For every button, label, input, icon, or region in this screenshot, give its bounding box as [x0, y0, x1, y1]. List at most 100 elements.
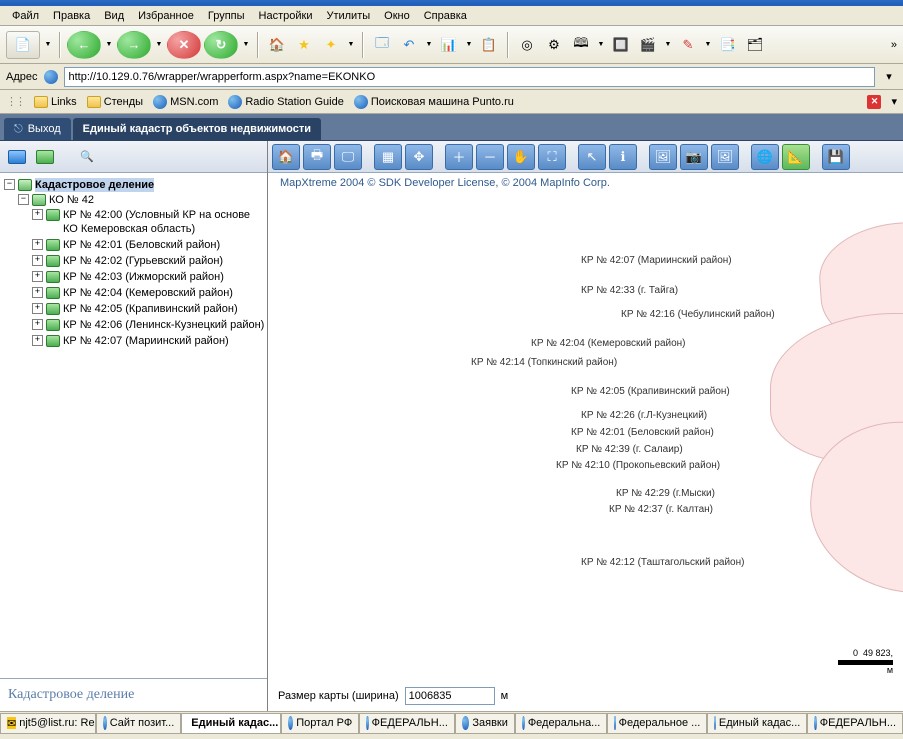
dropdown-icon[interactable]: ▼: [464, 41, 474, 48]
more-icon[interactable]: »: [891, 39, 897, 51]
map-camera-button[interactable]: 📷: [680, 144, 708, 170]
forward-button[interactable]: →: [117, 31, 151, 59]
dropdown-icon[interactable]: ▼: [703, 41, 713, 48]
bottom-tab[interactable]: Единый кадас...: [181, 713, 281, 733]
groups-button[interactable]: ✦: [319, 33, 343, 57]
bottom-tab[interactable]: ФЕДЕРАЛЬН...: [807, 713, 903, 733]
new-tab-button[interactable]: 📄: [6, 31, 40, 59]
menu-file[interactable]: Файл: [6, 8, 45, 24]
home-button[interactable]: 🏠: [265, 33, 289, 57]
bottom-tab[interactable]: Единый кадас...: [707, 713, 807, 733]
map-print-button[interactable]: 🖶: [303, 144, 331, 170]
expand-icon[interactable]: +: [32, 287, 43, 298]
menu-window[interactable]: Окно: [378, 8, 416, 24]
map-canvas[interactable]: MapXtreme 2004 © SDK Developer License, …: [268, 173, 903, 711]
links-dropdown-icon[interactable]: ▾: [891, 95, 897, 108]
link-stends[interactable]: Стенды: [87, 96, 143, 108]
menu-settings[interactable]: Настройки: [253, 8, 319, 24]
tool-i-button[interactable]: 📑: [716, 33, 740, 57]
map-pan-button[interactable]: ✥: [405, 144, 433, 170]
bottom-tab[interactable]: ✉njt5@list.ru: Re:: [0, 713, 96, 733]
dropdown-icon[interactable]: ▼: [154, 41, 164, 48]
link-msn[interactable]: MSN.com: [153, 95, 218, 109]
links-grip-icon[interactable]: ⋮⋮: [6, 95, 24, 108]
tree-item[interactable]: +КР № 42:04 (Кемеровский район): [32, 286, 265, 300]
tree-item[interactable]: +КР № 42:07 (Мариинский район): [32, 334, 265, 348]
expand-icon[interactable]: +: [32, 255, 43, 266]
bottom-tab[interactable]: Федеральное ...: [607, 713, 707, 733]
map-extent-button[interactable]: ⛶: [538, 144, 566, 170]
tool-j-button[interactable]: 🗂: [743, 33, 767, 57]
link-links[interactable]: Links: [34, 96, 77, 108]
map-zoom-out-button[interactable]: －: [476, 144, 504, 170]
tree-item[interactable]: +КР № 42:00 (Условный КР на основе КО Ке…: [32, 208, 265, 236]
dropdown-icon[interactable]: ▼: [424, 41, 434, 48]
collapse-icon[interactable]: −: [18, 194, 29, 205]
collapse-icon[interactable]: −: [4, 179, 15, 190]
tree-ko-42[interactable]: − КО № 42: [18, 193, 265, 207]
link-punto[interactable]: Поисковая машина Punto.ru: [354, 95, 514, 109]
bottom-tab[interactable]: Портал РФ: [281, 713, 359, 733]
tree-item[interactable]: +КР № 42:06 (Ленинск-Кузнецкий район): [32, 318, 265, 332]
back-button[interactable]: ←: [67, 31, 101, 59]
map-settings-button[interactable]: ▦: [374, 144, 402, 170]
undo-button[interactable]: ↶: [397, 33, 421, 57]
refresh-button[interactable]: ↻: [204, 31, 238, 59]
bottom-tab[interactable]: Сайт позит...: [96, 713, 181, 733]
dropdown-icon[interactable]: ▼: [241, 41, 251, 48]
folder-blue-button[interactable]: [4, 144, 30, 170]
dropdown-icon[interactable]: ▼: [43, 41, 53, 48]
tree-item[interactable]: +КР № 42:03 (Ижморский район): [32, 270, 265, 284]
map-layer-button[interactable]: 🖵: [334, 144, 362, 170]
tab-logout[interactable]: ⎋ Выход: [4, 118, 71, 140]
map-zoom-in-button[interactable]: ＋: [445, 144, 473, 170]
map-save-button[interactable]: 💾: [822, 144, 850, 170]
map-pointer-button[interactable]: ↖: [578, 144, 606, 170]
edit-color-button[interactable]: ✎: [676, 33, 700, 57]
tool-e-button[interactable]: ⚙: [542, 33, 566, 57]
menu-groups[interactable]: Группы: [202, 8, 251, 24]
expand-icon[interactable]: +: [32, 271, 43, 282]
dropdown-icon[interactable]: ▼: [663, 41, 673, 48]
expand-icon[interactable]: +: [32, 209, 43, 220]
map-image-a-button[interactable]: 🖼: [649, 144, 677, 170]
folder-green-button[interactable]: [32, 144, 58, 170]
map-size-input[interactable]: [405, 687, 495, 705]
stop-button[interactable]: ✕: [167, 31, 201, 59]
expand-icon[interactable]: +: [32, 335, 43, 346]
tree-item[interactable]: +КР № 42:05 (Крапивинский район): [32, 302, 265, 316]
tree-item[interactable]: +КР № 42:01 (Беловский район): [32, 238, 265, 252]
close-link-icon[interactable]: ✕: [867, 95, 881, 109]
expand-icon[interactable]: +: [32, 319, 43, 330]
tool-a-button[interactable]: 🗔: [370, 33, 394, 57]
dropdown-icon[interactable]: ▼: [346, 41, 356, 48]
map-measure-button[interactable]: 📐: [782, 144, 810, 170]
tool-c-button[interactable]: 📋: [477, 33, 501, 57]
tree-item[interactable]: +КР № 42:02 (Гурьевский район): [32, 254, 265, 268]
map-info-button[interactable]: ℹ: [609, 144, 637, 170]
tool-h-button[interactable]: 🎬: [636, 33, 660, 57]
dropdown-icon[interactable]: ▼: [104, 41, 114, 48]
map-globe-button[interactable]: 🌐: [751, 144, 779, 170]
bottom-tab[interactable]: Заявки: [455, 713, 515, 733]
address-input[interactable]: [64, 67, 876, 87]
map-home-button[interactable]: 🏠: [272, 144, 300, 170]
menu-utilities[interactable]: Утилиты: [320, 8, 376, 24]
map-hand-button[interactable]: ✋: [507, 144, 535, 170]
bottom-tab[interactable]: ФЕДЕРАЛЬН...: [359, 713, 455, 733]
tree-search-button[interactable]: 🔍: [74, 144, 100, 170]
tool-g-button[interactable]: 🔲: [609, 33, 633, 57]
tool-b-button[interactable]: 📊: [437, 33, 461, 57]
menu-favorites[interactable]: Избранное: [132, 8, 200, 24]
dropdown-icon[interactable]: ▼: [596, 41, 606, 48]
menu-view[interactable]: Вид: [98, 8, 130, 24]
tool-f-button[interactable]: 🕮: [569, 33, 593, 57]
expand-icon[interactable]: +: [32, 303, 43, 314]
menu-help[interactable]: Справка: [418, 8, 473, 24]
tool-d-button[interactable]: ◎: [515, 33, 539, 57]
bottom-tab[interactable]: Федеральна...: [515, 713, 607, 733]
favorites-star-button[interactable]: ★: [292, 33, 316, 57]
tab-cadastre[interactable]: Единый кадастр объектов недвижимости: [73, 118, 321, 140]
link-radio[interactable]: Radio Station Guide: [228, 95, 343, 109]
address-dropdown-icon[interactable]: ▾: [881, 70, 897, 83]
